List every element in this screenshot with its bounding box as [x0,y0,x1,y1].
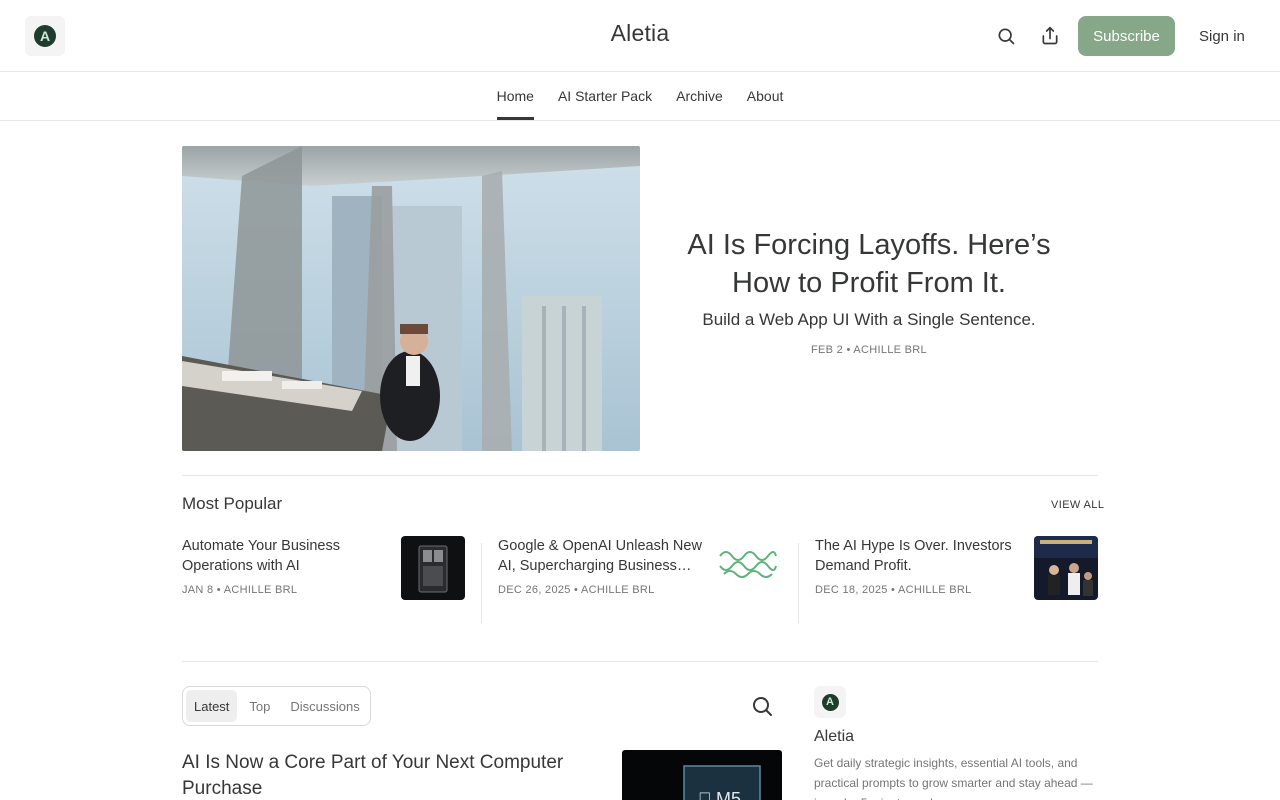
popular-post-meta: JAN 8 • ACHILLE BRL [182,584,298,596]
aletia-logo-icon: A [821,693,839,711]
sidebar-description: Get daily strategic insights, essential … [814,756,1093,800]
top-header: A Aletia Subscribe Sign in [0,0,1280,72]
latest-post-thumbnail[interactable]:  M5 [622,750,782,800]
hero-meta: FEB 2 • ACHILLE BRL [811,344,927,356]
popular-post-3[interactable]: The AI Hype Is Over. Investors Demand Pr… [815,536,1098,624]
site-title[interactable]: Aletia [611,20,670,46]
popular-post-2[interactable]: Google & OpenAI Unleash New AI, Supercha… [498,536,782,624]
popular-post-1[interactable]: Automate Your Business Operations with A… [182,536,465,624]
tab-discussions[interactable]: Discussions [282,690,367,722]
nav-archive[interactable]: Archive [676,72,723,120]
search-icon [753,697,772,716]
subscribe-button[interactable]: Subscribe [1078,16,1175,56]
sign-in-link[interactable]: Sign in [1190,16,1254,56]
sidebar-logo[interactable]: A [814,686,846,718]
popular-post-title[interactable]: Automate Your Business Operations with A… [182,536,382,576]
search-button[interactable] [992,22,1020,50]
popular-post-thumbnail[interactable] [716,536,780,600]
popular-post-title[interactable]: The AI Hype Is Over. Investors Demand Pr… [815,536,1020,576]
share-icon [1042,26,1058,45]
aletia-logo-icon: A [34,25,56,47]
popular-post-thumbnail[interactable] [1034,536,1098,600]
share-button[interactable] [1036,22,1064,50]
nav-ai-starter-pack[interactable]: AI Starter Pack [558,72,652,120]
popular-post-thumbnail[interactable] [401,536,465,600]
divider [182,475,1098,476]
popular-post-meta: DEC 18, 2025 • ACHILLE BRL [815,584,972,596]
popular-separator [798,543,799,623]
section-nav: Home AI Starter Pack Archive About [0,72,1280,121]
popular-separator [481,543,482,623]
tab-latest[interactable]: Latest [186,690,238,722]
chip-label: M5 [716,789,741,800]
tab-top[interactable]: Top [241,690,278,722]
sidebar-publication-name[interactable]: Aletia [814,728,854,746]
search-icon [998,28,1015,45]
posts-search-button[interactable] [750,694,774,718]
hero-title[interactable]: AI Is Forcing Layoffs. Here’s How to Pro… [670,226,1068,302]
popular-post-meta: DEC 26, 2025 • ACHILLE BRL [498,584,655,596]
svg-text::  [698,789,712,800]
divider [182,661,1098,662]
most-popular-heading: Most Popular [182,494,283,513]
nav-about[interactable]: About [747,72,784,120]
view-all-link[interactable]: VIEW ALL [1051,499,1104,511]
popular-post-title[interactable]: Google & OpenAI Unleash New AI, Supercha… [498,536,703,576]
hero-post[interactable]: AI Is Forcing Layoffs. Here’s How to Pro… [670,226,1068,356]
nav-home[interactable]: Home [496,72,535,120]
site-logo-button[interactable]: A [25,16,65,56]
hero-subtitle: Build a Web App UI With a Single Sentenc… [702,310,1036,329]
feed-tabs: Latest Top Discussions [182,686,371,726]
latest-post-title[interactable]: AI Is Now a Core Part of Your Next Compu… [182,750,582,800]
hero-image[interactable] [182,146,640,451]
